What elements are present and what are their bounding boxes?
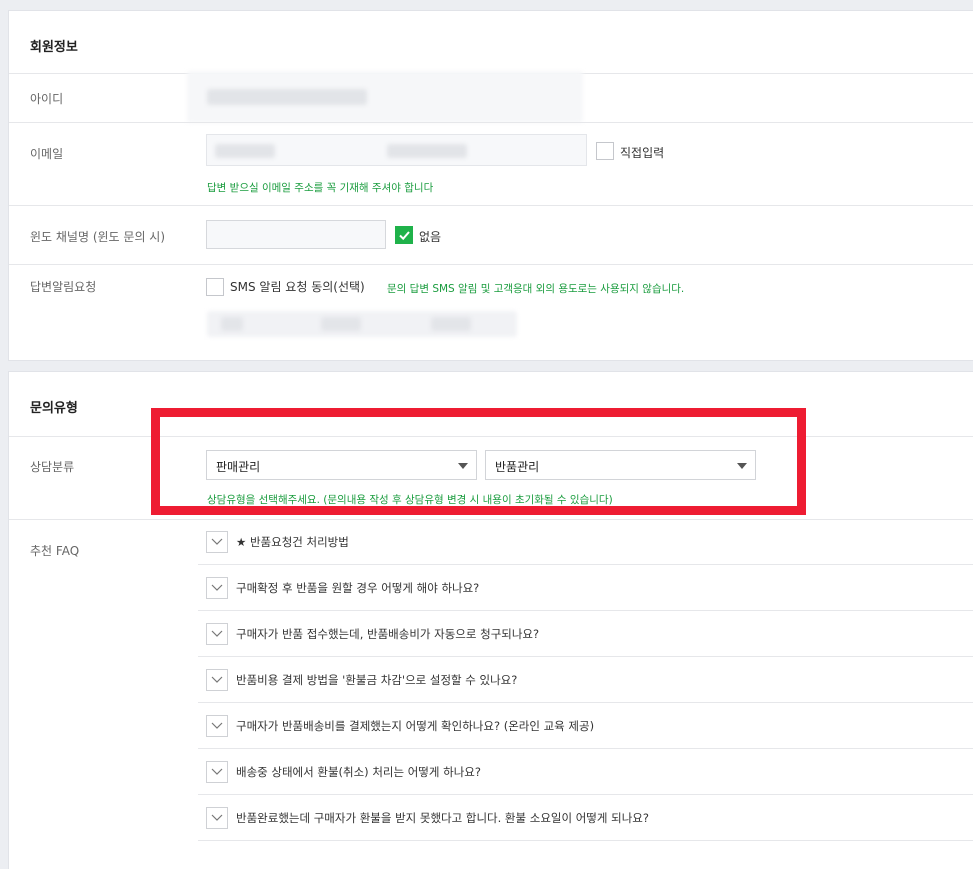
- phone-redacted: [221, 317, 243, 331]
- phone-redacted: [321, 317, 361, 331]
- chevron-down-icon: [211, 814, 223, 821]
- faq-item[interactable]: 반품완료했는데 구매자가 환불을 받지 못했다고 합니다. 환불 소요일이 어떻…: [198, 795, 973, 841]
- direct-input-checkbox[interactable]: [596, 142, 614, 160]
- faq-toggle[interactable]: [206, 715, 228, 737]
- chevron-down-icon: [211, 722, 223, 729]
- none-checkbox[interactable]: [395, 226, 413, 244]
- member-info-panel: 회원정보 아이디 이메일 직접입력 답변 받으실 이메일 주소를 꼭 기재해 주…: [8, 10, 973, 361]
- faq-question: 반품완료했는데 구매자가 환불을 받지 못했다고 합니다. 환불 소요일이 어떻…: [236, 811, 649, 825]
- email-id-redacted: [215, 144, 275, 158]
- member-info-title: 회원정보: [30, 40, 78, 55]
- id-label: 아이디: [30, 92, 64, 106]
- faq-toggle[interactable]: [206, 623, 228, 645]
- sms-consent-label: SMS 알림 요청 동의(선택): [230, 280, 365, 294]
- faq-label: 추천 FAQ: [30, 544, 80, 558]
- inquiry-type-title: 문의유형: [30, 401, 78, 416]
- check-icon: [399, 231, 410, 241]
- email-domain-redacted: [387, 144, 467, 158]
- faq-toggle[interactable]: [206, 577, 228, 599]
- faq-question: 구매자가 반품 접수했는데, 반품배송비가 자동으로 청구되나요?: [236, 627, 540, 641]
- faq-item[interactable]: 반품비용 결제 방법을 '환불금 차감'으로 설정할 수 있나요?: [198, 657, 973, 703]
- direct-input-label: 직접입력: [620, 146, 665, 160]
- window-channel-label: 윈도 채널명 (윈도 문의 시): [30, 230, 166, 244]
- phone-redacted: [431, 317, 471, 331]
- none-label: 없음: [419, 230, 442, 244]
- chevron-down-icon: [211, 584, 223, 591]
- sms-hint: 문의 답변 SMS 알림 및 고객응대 외의 용도로는 사용되지 않습니다.: [387, 283, 685, 295]
- faq-toggle[interactable]: [206, 531, 228, 553]
- email-hint: 답변 받으실 이메일 주소를 꼭 기재해 주셔야 합니다: [207, 182, 434, 194]
- faq-toggle[interactable]: [206, 761, 228, 783]
- faq-question: 구매자가 반품배송비를 결제했는지 어떻게 확인하나요? (온라인 교육 제공): [236, 719, 595, 733]
- faq-question: 배송중 상태에서 환불(취소) 처리는 어떻게 하나요?: [236, 765, 481, 779]
- chevron-down-icon: [211, 630, 223, 637]
- window-channel-input[interactable]: [206, 220, 386, 249]
- chevron-down-icon: [211, 538, 223, 545]
- faq-question: 반품비용 결제 방법을 '환불금 차감'으로 설정할 수 있나요?: [236, 673, 518, 687]
- faq-item[interactable]: 구매자가 반품배송비를 결제했는지 어떻게 확인하나요? (온라인 교육 제공): [198, 703, 973, 749]
- divider: [9, 264, 973, 265]
- divider: [9, 122, 973, 123]
- faq-item[interactable]: 구매자가 반품 접수했는데, 반품배송비가 자동으로 청구되나요?: [198, 611, 973, 657]
- divider: [9, 205, 973, 206]
- faq-toggle[interactable]: [206, 669, 228, 691]
- chevron-down-icon: [211, 768, 223, 775]
- faq-item[interactable]: 구매확정 후 반품을 원할 경우 어떻게 해야 하나요?: [198, 565, 973, 611]
- notify-label: 답변알림요청: [30, 280, 97, 294]
- category-label: 상담분류: [30, 460, 75, 474]
- faq-item[interactable]: 배송중 상태에서 환불(취소) 처리는 어떻게 하나요?: [198, 749, 973, 795]
- faq-toggle[interactable]: [206, 807, 228, 829]
- sms-consent-checkbox[interactable]: [206, 278, 224, 296]
- chevron-down-icon: [211, 676, 223, 683]
- id-value-redacted: [207, 89, 367, 105]
- faq-question: 구매확정 후 반품을 원할 경우 어떻게 해야 하나요?: [236, 581, 480, 595]
- faq-question: ★ 반품요청건 처리방법: [236, 535, 349, 549]
- email-label: 이메일: [30, 147, 64, 161]
- faq-item[interactable]: ★ 반품요청건 처리방법: [198, 519, 973, 565]
- highlight-box: [151, 408, 806, 515]
